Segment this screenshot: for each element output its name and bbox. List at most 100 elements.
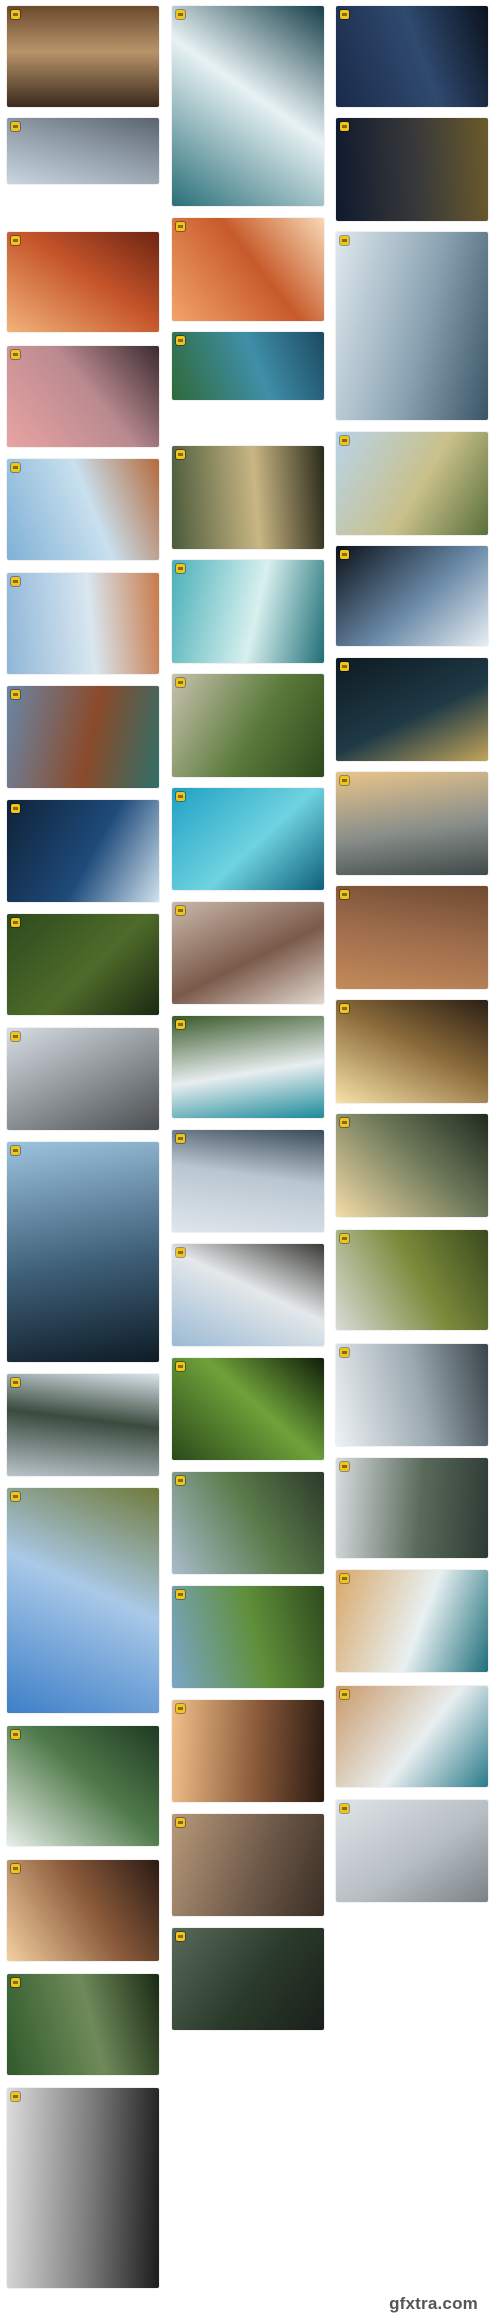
photo-image <box>336 886 488 989</box>
photo-tile-green-terraced-hills[interactable] <box>172 674 324 777</box>
photo-badge-icon <box>11 804 20 813</box>
photo-badge-icon <box>176 1476 185 1485</box>
photo-badge-icon <box>11 10 20 19</box>
photo-image <box>172 560 324 663</box>
photo-tile-beach-footprints[interactable] <box>336 1686 488 1787</box>
photo-tile-alpine-lake-village[interactable] <box>7 1142 159 1362</box>
photo-badge-icon <box>11 2092 20 2101</box>
photo-badge-icon <box>176 1818 185 1827</box>
photo-tile-crater-lake-hills[interactable] <box>172 1472 324 1574</box>
photo-tile-clouds-over-ridge[interactable] <box>172 1244 324 1346</box>
photo-tile-lighthouse-in-fog[interactable] <box>172 1130 324 1232</box>
photo-tile-white-breaking-wave[interactable] <box>336 232 488 420</box>
photo-image <box>172 788 324 890</box>
photo-image <box>7 118 159 184</box>
photo-badge-icon <box>176 792 185 801</box>
photo-image <box>172 902 324 1004</box>
photo-tile-wave-sandstone[interactable] <box>172 218 324 321</box>
photo-tile-lone-lamp-night[interactable] <box>336 658 488 761</box>
photo-badge-icon <box>340 890 349 899</box>
photo-tile-aerial-farm-fields[interactable] <box>336 886 488 989</box>
photo-image <box>7 6 159 107</box>
photo-badge-icon <box>11 1146 20 1155</box>
photo-badge-icon <box>11 1978 20 1987</box>
photo-badge-icon <box>340 550 349 559</box>
photo-tile-sandy-rocks-debris[interactable] <box>7 6 159 107</box>
photo-image <box>7 1488 159 1713</box>
photo-tile-rope-bridge-jungle[interactable] <box>7 1974 159 2075</box>
photo-tile-aerial-beach-surf[interactable] <box>172 1016 324 1118</box>
photo-tile-icy-coastline-cliff[interactable] <box>7 118 159 184</box>
photo-badge-icon <box>176 336 185 345</box>
photo-tile-starry-desert[interactable] <box>336 118 488 221</box>
photo-tile-boardwalk-dunes[interactable] <box>336 432 488 535</box>
photo-tile-house-on-rock-pillar[interactable] <box>7 459 159 560</box>
photo-badge-icon <box>340 662 349 671</box>
photo-image <box>336 1230 488 1330</box>
photo-badge-icon <box>176 1362 185 1371</box>
photo-tile-aerial-surf-sand[interactable] <box>336 1570 488 1672</box>
photo-image <box>7 1860 159 1961</box>
photo-tile-fern-forest-path[interactable] <box>7 914 159 1015</box>
photo-badge-icon <box>11 918 20 927</box>
photo-image <box>336 546 488 646</box>
photo-tile-iceberg-dark-sea[interactable] <box>7 800 159 902</box>
photo-tile-eagle-over-rocks[interactable] <box>172 1700 324 1802</box>
photo-tile-dried-clay-cracks[interactable] <box>172 1814 324 1916</box>
photo-image <box>336 118 488 221</box>
photo-image <box>7 459 159 560</box>
photo-tile-layered-rock-strata[interactable] <box>172 902 324 1004</box>
photo-badge-icon <box>340 776 349 785</box>
photo-badge-icon <box>176 1248 185 1257</box>
photo-image <box>336 232 488 420</box>
photo-tile-mesa-under-sky[interactable] <box>7 1488 159 1713</box>
photo-badge-icon <box>340 436 349 445</box>
photo-badge-icon <box>11 1378 20 1387</box>
photo-tile-snowy-river-gorge[interactable] <box>336 1344 488 1446</box>
photo-tile-dreamcatcher-fog[interactable] <box>7 2088 159 2288</box>
photo-tile-mossy-lava-field[interactable] <box>336 1230 488 1330</box>
photo-image <box>336 658 488 761</box>
photo-tile-misty-sunset-ridge[interactable] <box>7 1860 159 1961</box>
photo-badge-icon <box>176 1704 185 1713</box>
photo-badge-icon <box>176 906 185 915</box>
photo-tile-grand-canyon-river[interactable] <box>7 686 159 788</box>
photo-tile-frosty-leaves-ice[interactable] <box>7 1028 159 1130</box>
photo-image <box>7 1374 159 1476</box>
photo-tile-sunlit-portrait-field[interactable] <box>336 1000 488 1103</box>
photo-tile-green-valley-slope[interactable] <box>172 1586 324 1688</box>
photo-tile-shark-in-lagoon[interactable] <box>172 788 324 890</box>
photo-tile-mirror-lake-hills[interactable] <box>7 1726 159 1846</box>
photo-tile-tropical-coast-trees[interactable] <box>172 332 324 400</box>
photo-badge-icon <box>11 1492 20 1501</box>
photo-badge-icon <box>340 122 349 131</box>
photo-tile-woman-by-sea-cliff[interactable] <box>7 346 159 447</box>
photo-tile-highland-lake[interactable] <box>336 1458 488 1558</box>
photo-badge-icon <box>176 1590 185 1599</box>
photo-image <box>336 1114 488 1217</box>
photo-tile-boat-on-misty-lake[interactable] <box>172 446 324 549</box>
photo-tile-cottage-on-red-rock[interactable] <box>7 573 159 674</box>
photo-tile-turquoise-surf[interactable] <box>172 560 324 663</box>
photo-image <box>172 446 324 549</box>
photo-tile-dewy-spider-web[interactable] <box>336 546 488 646</box>
photo-tile-crashing-wave-top[interactable] <box>172 6 324 206</box>
photo-tile-foggy-mountain-layers[interactable] <box>336 772 488 875</box>
photo-tile-waterfall-cave[interactable] <box>336 1114 488 1217</box>
photo-tile-white-horse-snow[interactable] <box>336 1800 488 1902</box>
photo-tile-night-mountain-lake[interactable] <box>336 6 488 107</box>
photo-tile-red-canyon-slot[interactable] <box>7 232 159 332</box>
photo-image <box>172 1472 324 1574</box>
photo-badge-icon <box>176 10 185 19</box>
photo-tile-waterfall-cliffs[interactable] <box>7 1374 159 1476</box>
photo-image <box>172 1358 324 1460</box>
photo-tile-forest-light-rays[interactable] <box>172 1928 324 2030</box>
photo-badge-icon <box>11 122 20 131</box>
site-watermark: gfxtra.com <box>389 2294 478 2313</box>
photo-image <box>336 432 488 535</box>
photo-image <box>172 1016 324 1118</box>
photo-image <box>172 6 324 206</box>
photo-image <box>172 1928 324 2030</box>
photo-tile-palm-frond-closeup[interactable] <box>172 1358 324 1460</box>
photo-image <box>172 1700 324 1802</box>
